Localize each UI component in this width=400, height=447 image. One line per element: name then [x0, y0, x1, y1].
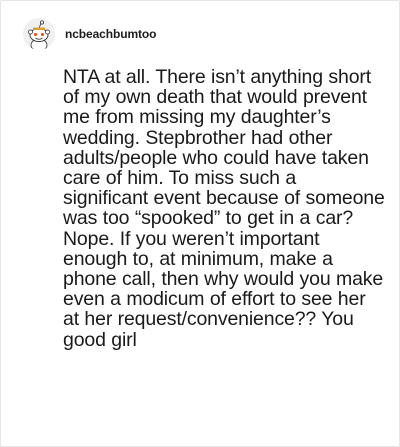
username[interactable]: ncbeachbumtoo [65, 27, 156, 41]
reddit-snoo-avatar-icon [23, 18, 55, 50]
comment-header: ncbeachbumtoo [23, 17, 156, 51]
comment-body: NTA at all. There isn’t anything short o… [63, 66, 385, 351]
comment-card: ncbeachbumtoo NTA at all. There isn’t an… [0, 0, 400, 447]
avatar[interactable] [23, 18, 55, 50]
